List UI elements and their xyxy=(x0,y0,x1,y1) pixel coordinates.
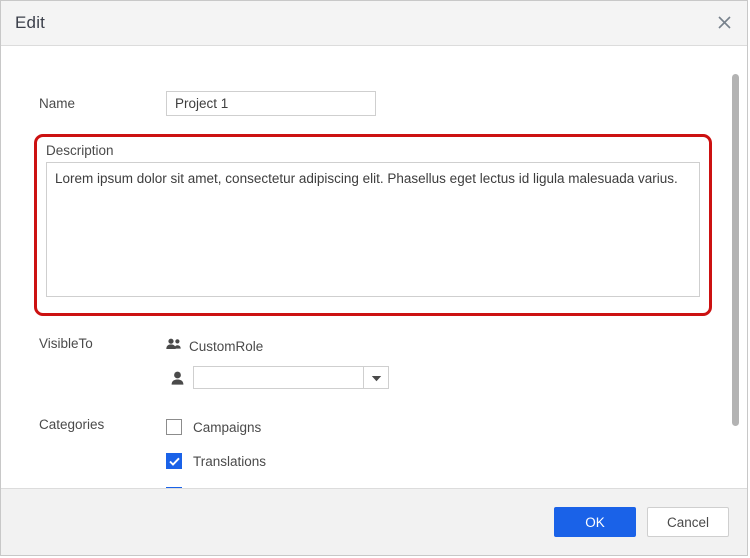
name-label: Name xyxy=(39,96,76,111)
dialog-body: Name Description VisibleTo xyxy=(1,46,747,488)
cancel-button[interactable]: Cancel xyxy=(647,507,729,537)
field-row-visible-to: VisibleTo CustomRole xyxy=(1,336,719,389)
caret-down-icon xyxy=(371,369,382,387)
dialog-title: Edit xyxy=(15,13,46,32)
list-item[interactable]: Translations xyxy=(166,451,719,471)
visible-to-content: CustomRole xyxy=(166,336,719,389)
description-highlight-box: Description xyxy=(34,134,712,316)
checkbox-label: Campaigns xyxy=(193,419,262,435)
user-combobox[interactable] xyxy=(193,366,389,389)
checkbox-site-branding[interactable] xyxy=(166,487,182,488)
scrollbar-thumb[interactable] xyxy=(732,74,739,426)
edit-dialog: Edit Name Description VisibleTo xyxy=(0,0,748,556)
field-row-name: Name xyxy=(1,91,719,116)
dialog-titlebar: Edit xyxy=(1,1,747,46)
assigned-role: CustomRole xyxy=(166,336,719,356)
user-picker xyxy=(166,366,719,389)
dialog-footer: OK Cancel xyxy=(1,488,747,555)
checkbox-label: Translations xyxy=(193,453,267,469)
field-row-categories: Categories Campaigns Translations xyxy=(1,417,719,488)
person-icon xyxy=(166,371,188,385)
vertical-scrollbar[interactable] xyxy=(732,56,739,478)
edit-form: Name Description VisibleTo xyxy=(1,46,719,488)
description-textarea[interactable] xyxy=(46,162,700,297)
categories-label: Categories xyxy=(39,417,105,432)
categories-list: Campaigns Translations xyxy=(166,417,719,488)
list-item[interactable]: Site branding xyxy=(166,485,719,488)
checkbox-campaigns[interactable] xyxy=(166,419,182,435)
user-combobox-input[interactable] xyxy=(193,366,363,389)
list-item[interactable]: Campaigns xyxy=(166,417,719,437)
group-people-icon xyxy=(166,337,181,355)
role-name: CustomRole xyxy=(189,338,264,354)
user-combobox-toggle[interactable] xyxy=(363,366,389,389)
checkbox-translations[interactable] xyxy=(166,453,182,469)
description-label: Description xyxy=(46,143,114,158)
visible-to-label: VisibleTo xyxy=(39,336,93,351)
name-input[interactable] xyxy=(166,91,376,116)
close-icon xyxy=(717,16,731,29)
ok-button[interactable]: OK xyxy=(554,507,636,537)
close-button[interactable] xyxy=(701,1,747,44)
checkbox-label: Site branding xyxy=(193,488,273,489)
